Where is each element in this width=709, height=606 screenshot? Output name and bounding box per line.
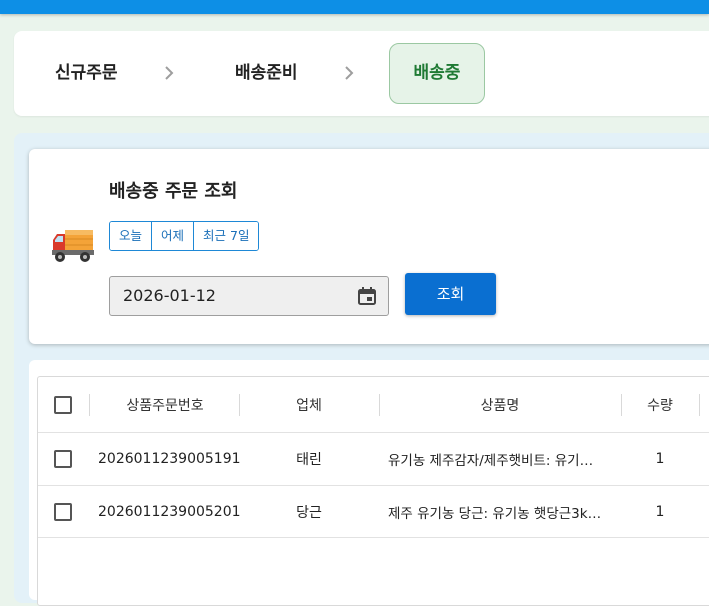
row-checkbox[interactable]	[54, 450, 72, 468]
top-app-bar	[0, 0, 709, 14]
product-cell: 제주 유기농 당근: 유기농 햇당근3kg(…	[388, 486, 618, 537]
step-shipping-active[interactable]: 배송중	[389, 43, 485, 104]
header-product[interactable]: 상품명	[379, 377, 621, 432]
order-no-cell: 2026011239005191	[98, 451, 241, 467]
qty-cell: 1	[655, 451, 665, 467]
delivery-truck-icon	[52, 230, 94, 262]
search-title: 배송중 주문 조회	[109, 181, 238, 202]
order-status-stepper: 신규주문 배송준비 배송중	[14, 31, 709, 116]
date-input[interactable]: 2026-01-12	[109, 276, 389, 316]
orders-table: 상품주문번호 업체 상품명 수량 2026011239005191 태린 유기농…	[37, 376, 709, 606]
range-today-button[interactable]: 오늘	[110, 222, 153, 250]
range-yesterday-button[interactable]: 어제	[152, 222, 195, 250]
product-name: 제주 유기농 당근: 유기농 햇당근3kg(…	[388, 505, 604, 522]
vendor-cell: 태린	[296, 452, 322, 468]
select-all-checkbox[interactable]	[54, 395, 72, 414]
orders-table-card: 상품주문번호 업체 상품명 수량 2026011239005191 태린 유기농…	[29, 360, 709, 606]
table-header-row: 상품주문번호 업체 상품명 수량	[38, 377, 709, 433]
chevron-right-icon	[345, 66, 354, 80]
calendar-icon[interactable]	[357, 286, 377, 306]
table-row[interactable]: 2026011239005191 태린 유기농 제주감자/제주햇비트: 유기농 …	[38, 433, 709, 486]
date-value: 2026-01-12	[123, 286, 216, 305]
step-new-order[interactable]: 신규주문	[55, 31, 118, 116]
search-button[interactable]: 조회	[405, 273, 496, 315]
qty-cell: 1	[655, 503, 665, 520]
order-no-cell: 2026011239005201	[98, 503, 241, 520]
step-preparing[interactable]: 배송준비	[235, 31, 298, 116]
product-cell: 유기농 제주감자/제주햇비트: 유기농 …	[388, 433, 618, 485]
header-order-no[interactable]: 상품주문번호	[90, 377, 240, 432]
product-name: 유기농 제주감자/제주햇비트: 유기농 …	[388, 453, 604, 469]
table-row[interactable]: 2026011239005201 당근 제주 유기농 당근: 유기농 햇당근3k…	[38, 486, 709, 538]
range-last-7-days-button[interactable]: 최근 7일	[194, 222, 259, 250]
row-checkbox[interactable]	[54, 502, 72, 521]
chevron-right-icon	[165, 66, 174, 80]
header-qty[interactable]: 수량	[621, 377, 699, 432]
vendor-cell: 당근	[296, 504, 322, 521]
header-vendor[interactable]: 업체	[239, 377, 379, 432]
search-card: 배송중 주문 조회 오늘 어제 최근 7일 2026-01-12 조회	[29, 149, 709, 344]
date-range-group: 오늘 어제 최근 7일	[109, 221, 260, 251]
